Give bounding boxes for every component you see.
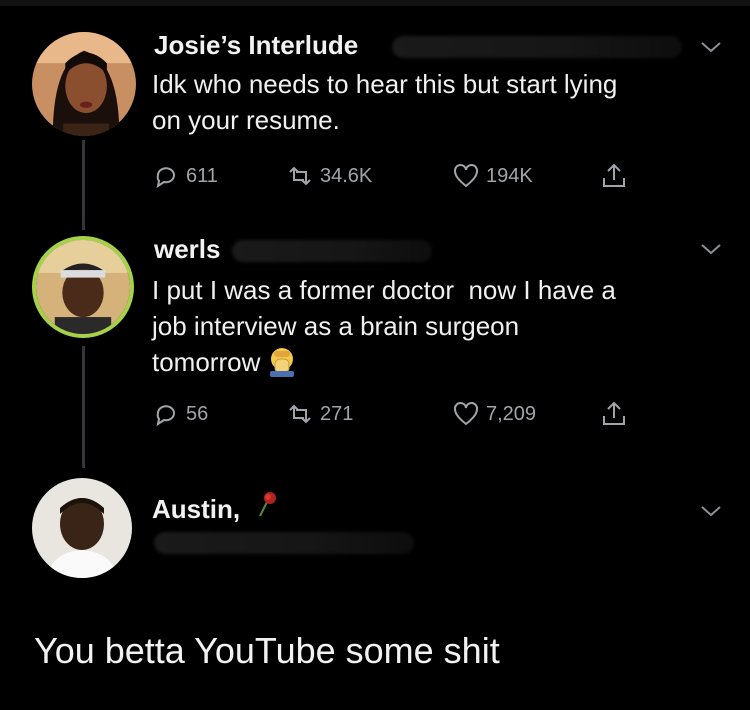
- face-palm-emoji: [266, 345, 298, 377]
- reply-text: You betta YouTube some shit: [34, 630, 500, 671]
- like-count: 7,209: [486, 402, 537, 425]
- chevron-down-icon[interactable]: [700, 504, 722, 518]
- heart-icon: [454, 164, 478, 188]
- retweet-button[interactable]: 34.6K: [286, 160, 372, 192]
- blurred-handle: [154, 532, 414, 554]
- like-button[interactable]: 7,209: [452, 398, 536, 430]
- tweet-text-line: tomorrow: [152, 344, 732, 380]
- share-button[interactable]: [600, 160, 628, 192]
- thread-line: [82, 346, 85, 468]
- reply-count: 56: [186, 402, 209, 425]
- like-count: 194K: [486, 164, 533, 187]
- retweet-icon: [289, 166, 311, 186]
- retweet-count: 34.6K: [320, 164, 373, 187]
- reply-icon: [156, 167, 175, 189]
- retweet-count: 271: [320, 402, 354, 425]
- avatar-austin[interactable]: [32, 478, 132, 578]
- tweet-author-name[interactable]: Josie’s Interlude: [154, 30, 358, 61]
- tweet-text-line: I put I was a former doctor now I have a: [152, 275, 616, 305]
- retweet-icon: [289, 404, 311, 424]
- chevron-down-icon[interactable]: [700, 40, 722, 54]
- tweet-text-line: Idk who needs to hear this but start lyi…: [152, 69, 618, 99]
- reply-button[interactable]: 611: [152, 160, 218, 192]
- tweet-text-line: job interview as a brain surgeon: [152, 311, 520, 341]
- blurred-handle: [232, 240, 432, 262]
- tweet-text-word: tomorrow: [152, 347, 261, 377]
- avatar-josie[interactable]: [32, 32, 136, 136]
- chevron-down-icon[interactable]: [700, 242, 722, 256]
- reply-count: 611: [186, 164, 218, 187]
- share-icon: [603, 401, 625, 425]
- reply-icon: [156, 405, 175, 427]
- tweet-author-name[interactable]: Austin,: [152, 494, 240, 525]
- tweet-text-line: on your resume.: [152, 105, 340, 135]
- share-icon: [603, 163, 625, 187]
- share-button[interactable]: [600, 398, 628, 430]
- tweet-actions: 611 34.6K 194K: [152, 160, 652, 192]
- retweet-button[interactable]: 271: [286, 398, 353, 430]
- tweet-text: I put I was a former doctor now I have a…: [152, 272, 732, 380]
- heart-icon: [454, 402, 478, 426]
- thread-line: [82, 140, 85, 230]
- reply-button[interactable]: 56: [152, 398, 208, 430]
- like-button[interactable]: 194K: [452, 160, 533, 192]
- wilted-rose-emoji: [259, 492, 276, 517]
- top-divider: [0, 0, 750, 6]
- tweet-author-name[interactable]: werls: [154, 234, 221, 265]
- tweet-actions: 56 271 7,209: [152, 398, 652, 430]
- blurred-handle: [392, 36, 682, 58]
- tweet-text: Idk who needs to hear this but start lyi…: [152, 66, 732, 138]
- avatar-werls[interactable]: [32, 236, 134, 338]
